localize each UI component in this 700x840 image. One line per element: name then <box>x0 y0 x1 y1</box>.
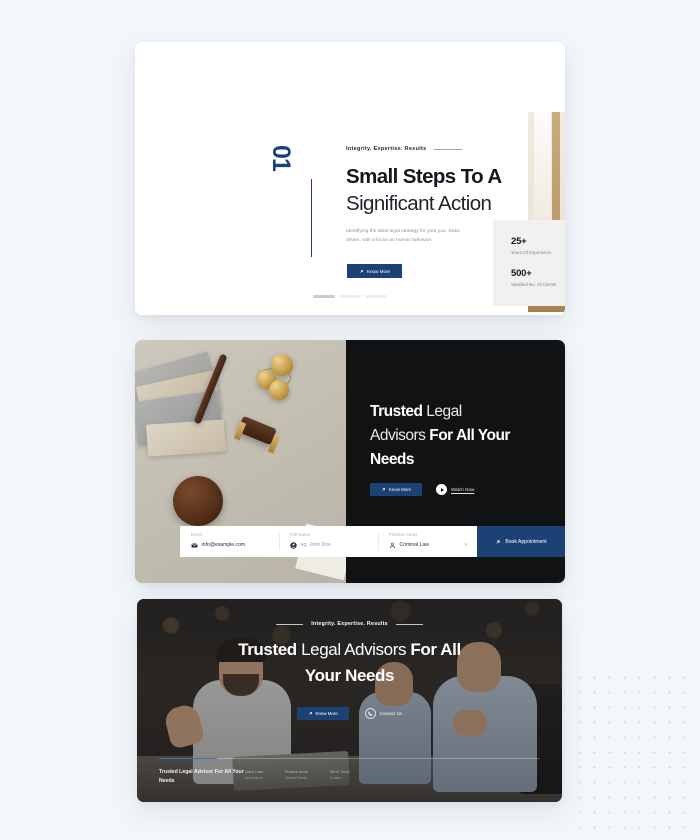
stats-panel: 25+ Years Of Experience 500+ Satisfied N… <box>493 220 565 306</box>
contact-us-label: Contact Us <box>379 711 403 716</box>
card-three-footer: Trusted Legal Advisor For All Your Needs… <box>159 768 540 786</box>
full-name-label: Full Name <box>290 532 310 537</box>
footer-column-heading: Quick Links <box>245 770 264 774</box>
arrow-up-right-icon <box>496 539 500 544</box>
heading-bold-one: Trusted <box>370 403 427 420</box>
practice-areas-label: Practice Areas <box>389 532 418 537</box>
email-label: Email <box>191 532 202 537</box>
footer-column-items[interactable]: Contact <box>330 776 350 780</box>
hero-card-two: Trusted Legal Advisors For All Your Need… <box>135 340 565 583</box>
card-two-actions: Know More Watch Now <box>370 483 474 496</box>
heading-line-two: Your Needs <box>304 666 395 686</box>
heading-light-two: Advisors <box>370 427 430 445</box>
know-more-label: Know More <box>366 268 391 274</box>
footer-column-heading: Get In Touch <box>329 770 350 774</box>
user-shield-icon <box>389 542 396 548</box>
card-three-eyebrow: Integrity. Expertise. Results <box>137 621 562 627</box>
footer-divider <box>159 758 540 760</box>
card-one-heading-line-two: Significant Action <box>346 192 492 215</box>
card-one-body-text: Identifying the ideal legal strategy for… <box>346 229 461 244</box>
card-two-heading: Trusted Legal Advisors For All Your Need… <box>370 400 552 472</box>
heading-bold-two: For All <box>410 640 461 659</box>
full-name-field-group[interactable]: Full Name eg: John Doe <box>279 526 378 557</box>
card-one-eyebrow: Integrity. Expertise. Results <box>346 146 462 152</box>
watch-now-button[interactable]: Watch Now <box>436 484 474 495</box>
footer-column-heading: Practice Areas <box>285 770 308 774</box>
footer-column-items[interactable]: Home About <box>245 776 263 780</box>
know-more-label: Know More <box>388 487 412 492</box>
eyebrow-text: Integrity. Expertise. Results <box>311 621 388 627</box>
step-number: 01 <box>267 145 295 171</box>
footer-column: Get In Touch Contact <box>330 770 350 786</box>
mockup-canvas: 01 Integrity. Expertise. Results Small S… <box>0 0 700 840</box>
eyebrow-text: Integrity. Expertise. Results <box>346 146 427 152</box>
footer-column: Practice Areas Criminal Family <box>285 770 308 786</box>
decorative-dot-grid <box>557 670 692 830</box>
know-more-button-card-two[interactable]: Know More <box>370 483 422 496</box>
eyebrow-line-right <box>395 623 423 625</box>
heading-bold-one: Trusted <box>238 640 302 659</box>
eyebrow-line <box>433 148 462 150</box>
practice-areas-value: Criminal Law <box>399 542 429 548</box>
card-one-heading-line-one: Small Steps To A <box>346 165 502 188</box>
vertical-accent-rule <box>311 179 312 257</box>
watch-now-label: Watch Now <box>451 487 475 492</box>
stat-item: 500+ Satisfied No. Of Clients <box>511 268 565 287</box>
know-more-button-card-three[interactable]: Know More <box>296 707 349 720</box>
slider-dot-1[interactable] <box>313 295 335 298</box>
email-field-group[interactable]: Email info@example.com <box>180 526 279 557</box>
arrow-up-right-icon <box>308 712 312 715</box>
stat-value: 25+ <box>511 236 527 247</box>
footer-column: Quick Links Home About <box>245 770 263 786</box>
phone-circle-icon <box>364 708 376 719</box>
card-three-heading: Trusted Legal Advisors For All Your Need… <box>137 637 562 690</box>
know-more-button-card-one[interactable]: Know More <box>347 264 402 278</box>
heading-light-one: Legal <box>426 403 462 420</box>
envelope-icon <box>191 542 198 548</box>
practice-areas-field-group[interactable]: Practice Areas Criminal Law ▾ <box>378 526 477 557</box>
footer-brand-text: Trusted Legal Advisor For All Your Needs <box>159 769 244 784</box>
heading-bold-three: Needs <box>370 451 415 469</box>
card-three-actions: Know More Contact Us <box>137 707 562 720</box>
email-value: info@example.com <box>201 542 246 548</box>
appointment-form-bar: Email info@example.com Full Name eg: Joh… <box>180 526 565 557</box>
book-appointment-button[interactable]: Book Appointment <box>477 526 565 557</box>
footer-column-items[interactable]: Criminal Family <box>285 776 308 780</box>
arrow-up-right-icon <box>360 269 363 273</box>
slider-dot-2[interactable] <box>339 295 361 298</box>
heading-light: Legal Advisors <box>301 640 411 659</box>
chevron-down-icon[interactable]: ▾ <box>464 542 467 548</box>
slider-dot-3[interactable] <box>365 295 387 298</box>
user-icon <box>290 541 297 549</box>
know-more-label: Know More <box>315 711 338 716</box>
stat-label: Satisfied No. Of Clients <box>511 282 557 287</box>
hero-card-three: Integrity. Expertise. Results Trusted Le… <box>137 599 562 802</box>
heading-bold-two: For All Your <box>429 427 510 445</box>
arrow-up-right-icon <box>382 488 385 491</box>
hero-card-one: 01 Integrity. Expertise. Results Small S… <box>135 42 565 315</box>
book-appointment-label: Book Appointment <box>505 538 547 545</box>
stat-value: 500+ <box>511 268 532 279</box>
play-circle-icon <box>436 484 447 495</box>
full-name-value: eg: John Doe <box>300 542 331 548</box>
contact-us-button[interactable]: Contact Us <box>364 708 403 719</box>
stat-item: 25+ Years Of Experience <box>511 236 565 255</box>
eyebrow-line-left <box>276 623 304 625</box>
